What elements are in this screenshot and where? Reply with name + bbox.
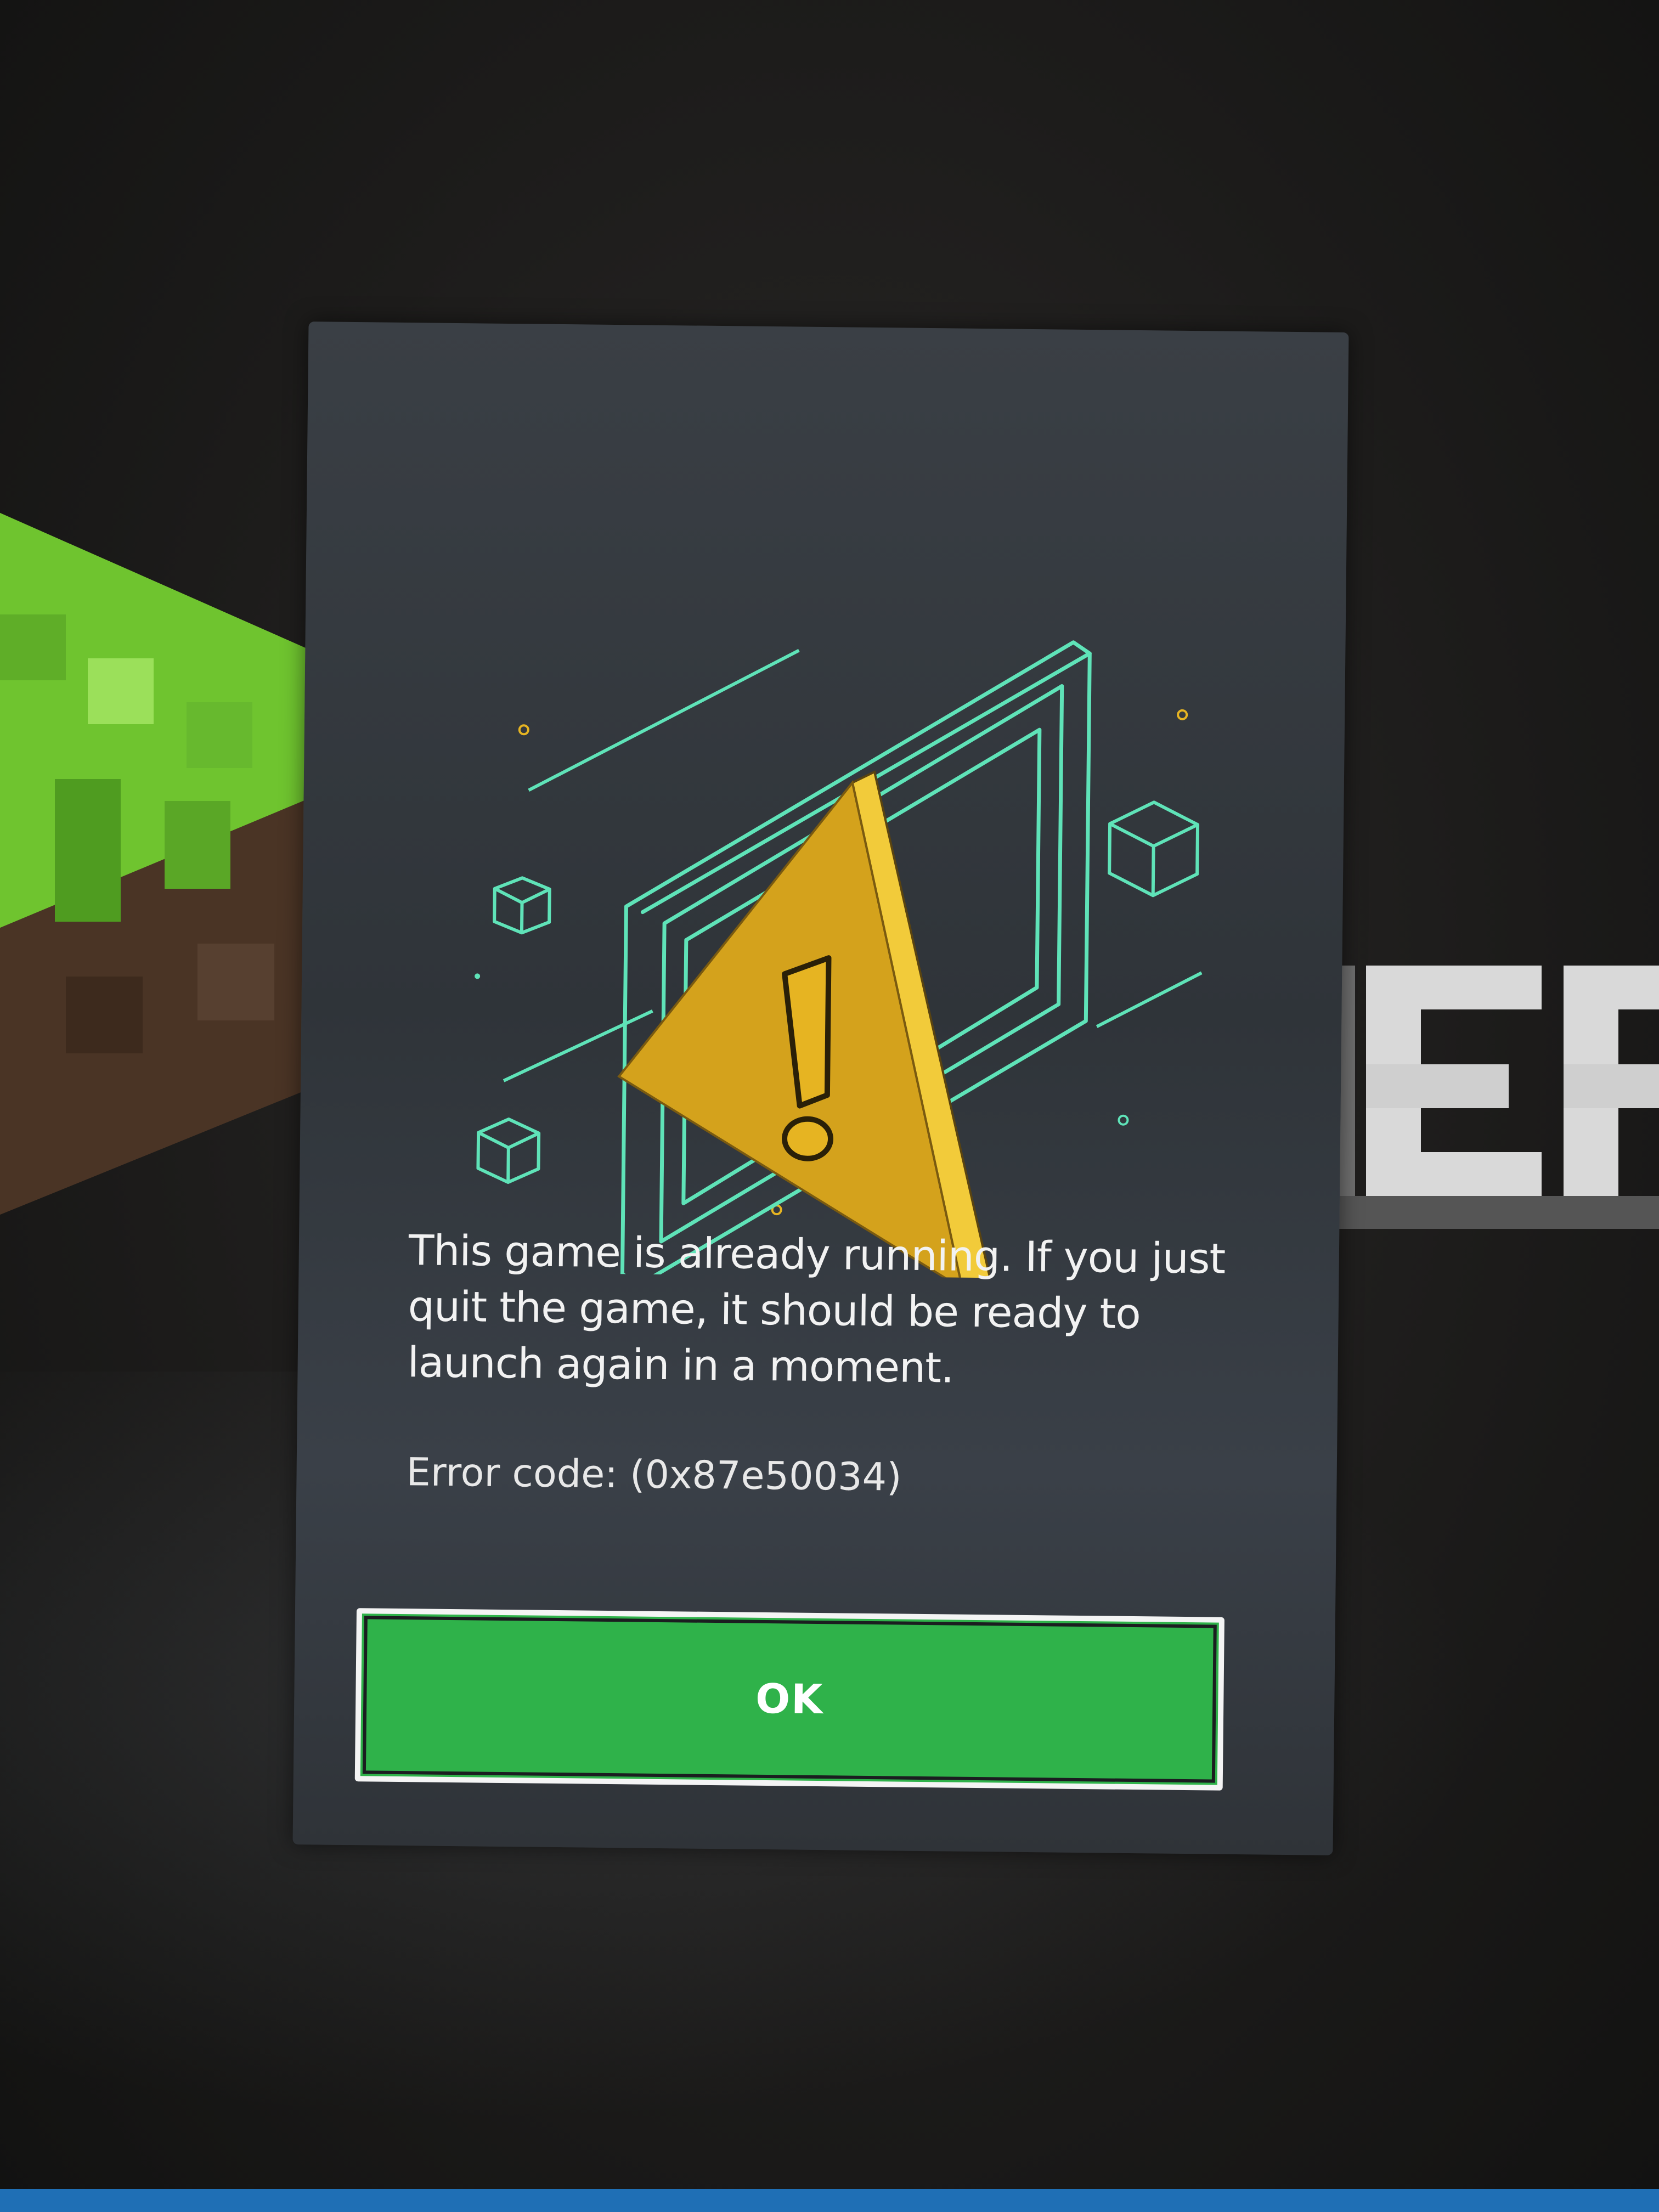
taskbar-edge <box>0 2189 1659 2212</box>
ok-button-label: OK <box>755 1675 824 1724</box>
warning-triangle-icon <box>475 640 1203 1281</box>
minecraft-logo-art <box>1306 966 1659 1229</box>
minecraft-grass-block-art <box>0 512 329 1215</box>
ok-button[interactable]: OK <box>354 1608 1224 1791</box>
error-code-text: Error code: (0x87e50034) <box>406 1449 902 1500</box>
error-dialog: This game is already running. If you jus… <box>292 321 1349 1855</box>
screen-background: This game is already running. If you jus… <box>0 0 1659 2212</box>
error-message: This game is already running. If you jus… <box>407 1226 1226 1392</box>
